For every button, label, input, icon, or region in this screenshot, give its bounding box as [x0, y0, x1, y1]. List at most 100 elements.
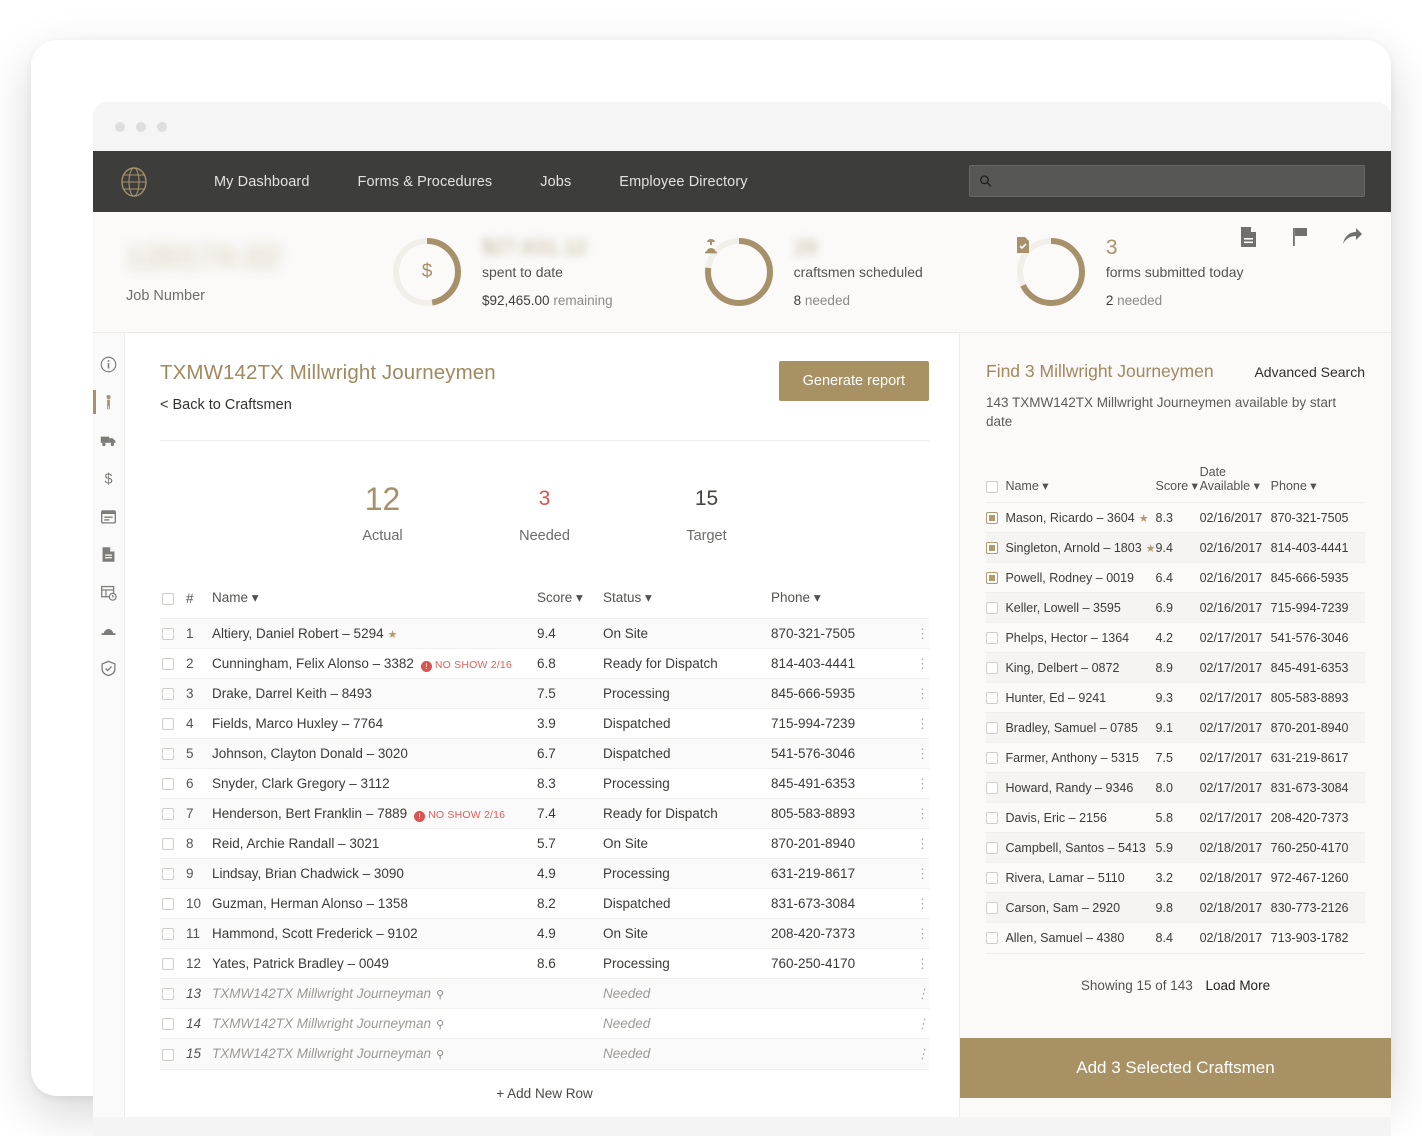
- row-menu-cell[interactable]: ⋮: [907, 949, 929, 979]
- row-checkbox[interactable]: [986, 752, 998, 765]
- table-row[interactable]: King, Delbert – 0872 8.9 02/17/2017 845-491…: [986, 652, 1365, 683]
- table-row[interactable]: 3 Drake, Darrel Keith – 8493 7.5 Processing…: [160, 678, 929, 709]
- row-select-cell[interactable]: [986, 713, 1005, 743]
- row-checkbox[interactable]: [986, 842, 998, 855]
- sidebar-item-craftsmen[interactable]: [93, 383, 124, 421]
- row-select-cell[interactable]: [986, 563, 1005, 593]
- table-row[interactable]: 14 TXMW142TX Millwright Journeyman ⚲ Needed…: [160, 1008, 929, 1039]
- table-row[interactable]: 5 Johnson, Clayton Donald – 3020 6.7 Dispat…: [160, 738, 929, 769]
- row-select-cell[interactable]: [986, 863, 1005, 893]
- row-select-cell[interactable]: [160, 829, 186, 859]
- nav-link-jobs[interactable]: Jobs: [516, 174, 595, 190]
- table-row[interactable]: 2 Cunningham, Felix Alonso – 3382 ! NO SHOW…: [160, 648, 929, 679]
- row-menu-cell[interactable]: ⋮: [907, 979, 929, 1009]
- kebab-menu-icon[interactable]: ⋮: [916, 776, 929, 791]
- search-icon[interactable]: ⚲: [436, 1019, 444, 1031]
- window-minimize-dot[interactable]: [136, 121, 146, 132]
- table-row[interactable]: Keller, Lowell – 3595 6.9 02/16/2017 715-99…: [986, 592, 1365, 623]
- row-select-cell[interactable]: [986, 503, 1005, 533]
- table-row[interactable]: 11 Hammond, Scott Frederick – 9102 4.9 On S…: [160, 918, 929, 949]
- row-select-cell[interactable]: [986, 653, 1005, 683]
- row-select-cell[interactable]: [160, 769, 186, 799]
- table-row[interactable]: 6 Snyder, Clark Gregory – 3112 8.3 Processi…: [160, 768, 929, 799]
- row-menu-cell[interactable]: ⋮: [907, 889, 929, 919]
- row-select-cell[interactable]: [160, 739, 186, 769]
- kebab-menu-icon[interactable]: ⋮: [916, 836, 929, 851]
- kebab-menu-icon[interactable]: ⋮: [916, 716, 929, 731]
- row-checkbox[interactable]: [162, 988, 174, 1001]
- row-menu-cell[interactable]: ⋮: [907, 1039, 929, 1069]
- row-menu-cell[interactable]: ⋮: [907, 829, 929, 859]
- kebab-menu-icon[interactable]: ⋮: [916, 1016, 929, 1031]
- row-checkbox[interactable]: [162, 958, 174, 971]
- row-select-cell[interactable]: [160, 619, 186, 649]
- row-menu-cell[interactable]: ⋮: [907, 679, 929, 709]
- row-menu-cell[interactable]: ⋮: [907, 649, 929, 679]
- window-close-dot[interactable]: [115, 121, 125, 132]
- row-select-cell[interactable]: [160, 1039, 186, 1069]
- table-row[interactable]: 1 Altiery, Daniel Robert – 5294 ★ 9.4 On Sit…: [160, 618, 929, 649]
- table-row[interactable]: 12 Yates, Patrick Bradley – 0049 8.6 Proces…: [160, 948, 929, 979]
- row-select-cell[interactable]: [986, 683, 1005, 713]
- row-select-cell[interactable]: [160, 949, 186, 979]
- available-col-name[interactable]: Name ▾: [1005, 465, 1155, 503]
- sidebar-item-logistics[interactable]: [93, 421, 124, 459]
- nav-link-forms-procedures[interactable]: Forms & Procedures: [334, 174, 517, 190]
- row-select-cell[interactable]: [160, 889, 186, 919]
- row-checkbox[interactable]: [162, 928, 174, 941]
- advanced-search-link[interactable]: Advanced Search: [1254, 364, 1365, 380]
- kebab-menu-icon[interactable]: ⋮: [916, 866, 929, 881]
- row-menu-cell[interactable]: ⋮: [907, 919, 929, 949]
- table-row[interactable]: Singleton, Arnold – 1803 ★ 9.4 02/16/2017 81…: [986, 532, 1365, 563]
- available-col-date[interactable]: Date Available ▾: [1200, 465, 1271, 503]
- row-checkbox[interactable]: [986, 932, 998, 945]
- row-select-cell[interactable]: [986, 893, 1005, 923]
- kebab-menu-icon[interactable]: ⋮: [916, 896, 929, 911]
- kebab-menu-icon[interactable]: ⋮: [916, 746, 929, 761]
- add-new-row-button[interactable]: + Add New Row: [160, 1068, 929, 1115]
- row-checkbox[interactable]: [162, 1018, 174, 1031]
- row-checkbox[interactable]: [162, 838, 174, 851]
- row-checkbox[interactable]: [986, 662, 998, 675]
- kebab-menu-icon[interactable]: ⋮: [916, 956, 929, 971]
- row-checkbox[interactable]: [986, 512, 998, 525]
- table-row[interactable]: Mason, Ricardo – 3604 ★ 8.3 02/16/2017 870-3…: [986, 502, 1365, 533]
- roster-col-name[interactable]: Name ▾: [212, 584, 537, 619]
- table-row[interactable]: Campbell, Santos – 5413 5.9 02/18/2017 760-…: [986, 832, 1365, 863]
- row-select-cell[interactable]: [986, 773, 1005, 803]
- row-checkbox[interactable]: [986, 542, 998, 555]
- back-to-craftsmen-link[interactable]: < Back to Craftsmen: [160, 397, 292, 413]
- table-row[interactable]: Phelps, Hector – 1364 4.2 02/17/2017 541-57…: [986, 622, 1365, 653]
- row-menu-cell[interactable]: ⋮: [907, 769, 929, 799]
- kebab-menu-icon[interactable]: ⋮: [916, 1046, 929, 1061]
- row-menu-cell[interactable]: ⋮: [907, 1009, 929, 1039]
- table-row[interactable]: Bradley, Samuel – 0785 9.1 02/17/2017 870-2…: [986, 712, 1365, 743]
- table-row[interactable]: Rivera, Lamar – 5110 3.2 02/18/2017 972-467…: [986, 862, 1365, 893]
- table-row[interactable]: 15 TXMW142TX Millwright Journeyman ⚲ Needed…: [160, 1038, 929, 1069]
- row-checkbox[interactable]: [162, 868, 174, 881]
- row-select-cell[interactable]: [160, 799, 186, 829]
- kebab-menu-icon[interactable]: ⋮: [916, 656, 929, 671]
- sidebar-item-compliance[interactable]: [93, 649, 124, 687]
- row-select-cell[interactable]: [160, 1009, 186, 1039]
- flag-icon[interactable]: [1289, 226, 1311, 248]
- row-select-cell[interactable]: [986, 593, 1005, 623]
- share-icon[interactable]: [1341, 226, 1363, 248]
- document-icon[interactable]: [1237, 226, 1259, 248]
- row-checkbox[interactable]: [986, 722, 998, 735]
- search-icon[interactable]: ⚲: [436, 1049, 444, 1061]
- available-col-phone[interactable]: Phone ▾: [1271, 465, 1365, 503]
- row-select-cell[interactable]: [160, 919, 186, 949]
- row-menu-cell[interactable]: ⋮: [907, 859, 929, 889]
- row-menu-cell[interactable]: ⋮: [907, 739, 929, 769]
- load-more-link[interactable]: Load More: [1206, 978, 1271, 993]
- row-checkbox[interactable]: [162, 628, 174, 641]
- sidebar-item-budget[interactable]: $: [93, 459, 124, 497]
- table-row[interactable]: Farmer, Anthony – 5315 7.5 02/17/2017 631-2…: [986, 742, 1365, 773]
- row-select-cell[interactable]: [986, 623, 1005, 653]
- kebab-menu-icon[interactable]: ⋮: [916, 806, 929, 821]
- table-row[interactable]: Hunter, Ed – 9241 9.3 02/17/2017 805-583-88…: [986, 682, 1365, 713]
- row-select-cell[interactable]: [986, 923, 1005, 953]
- add-selected-craftsmen-button[interactable]: Add 3 Selected Craftsmen: [960, 1038, 1391, 1098]
- sidebar-item-info[interactable]: [93, 345, 124, 383]
